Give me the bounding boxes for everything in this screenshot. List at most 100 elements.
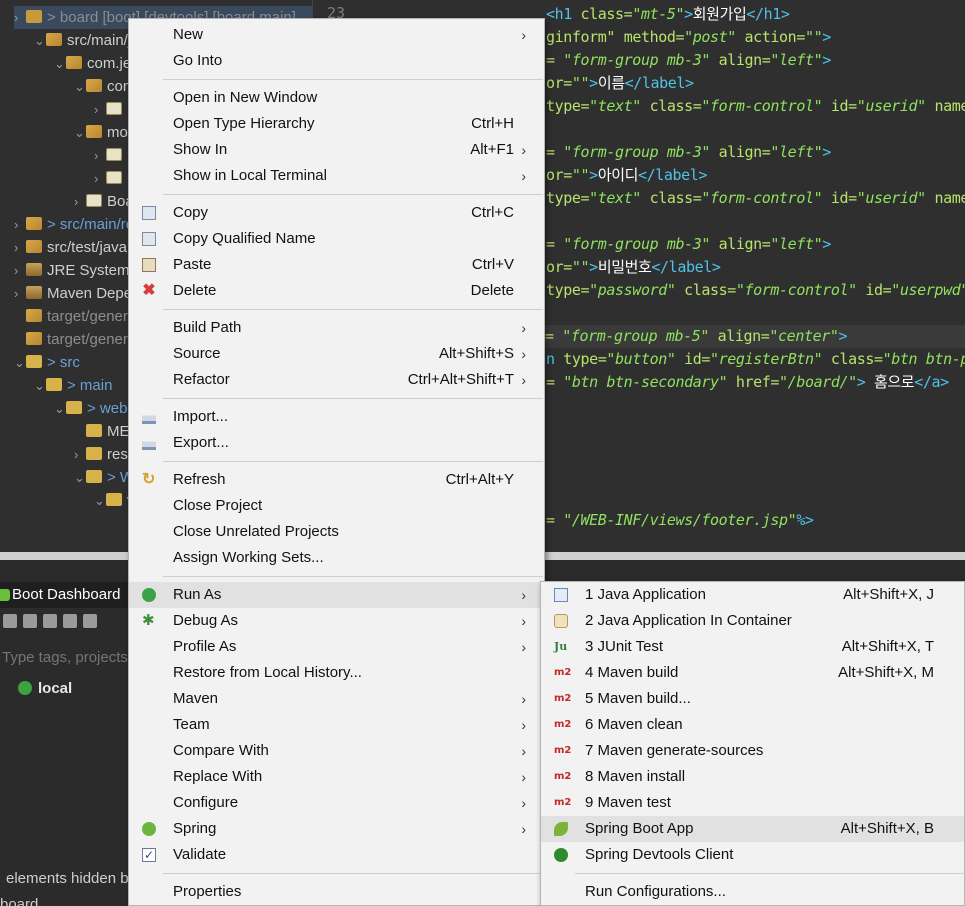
menu-item-show-in-local-terminal[interactable]: Show in Local Terminal › xyxy=(129,163,544,189)
menu-item-open-type-hierarchy[interactable]: Open Type Hierarchy Ctrl+H xyxy=(129,111,544,137)
code-line[interactable]: = "form-group mb-3" align="left"> xyxy=(546,233,831,256)
expand-chevron-icon[interactable]: ⌄ xyxy=(94,489,106,512)
menu-item-validate[interactable]: ✓ Validate xyxy=(129,842,544,868)
pkg-icon xyxy=(86,125,102,138)
code-line[interactable]: or="">이름</label> xyxy=(546,72,694,95)
boot-dashboard-tab[interactable]: Boot Dashboard xyxy=(0,582,130,608)
code-line[interactable]: n type="button" id="registerBtn" class="… xyxy=(546,348,965,371)
menu-item-debug-as[interactable]: ✱ Debug As › xyxy=(129,608,544,634)
menu-item-source[interactable]: Source Alt+Shift+S › xyxy=(129,341,544,367)
menu-item-restore-from-local-history[interactable]: Restore from Local History... xyxy=(129,660,544,686)
expand-chevron-icon[interactable]: › xyxy=(74,443,86,466)
code-line[interactable]: type="text" class="form-control" id="use… xyxy=(546,187,965,210)
junit-icon: Ju xyxy=(554,640,568,653)
expand-chevron-icon[interactable]: ⌄ xyxy=(34,374,46,397)
menu-item-9-maven-test[interactable]: m2 9 Maven test xyxy=(541,790,964,816)
expand-chevron-icon[interactable]: › xyxy=(94,98,106,121)
expand-chevron-icon[interactable]: › xyxy=(14,236,26,259)
menu-item-assign-working-sets[interactable]: Assign Working Sets... xyxy=(129,545,544,571)
expand-chevron-icon[interactable]: › xyxy=(14,282,26,305)
code-token: 비밀번호 xyxy=(597,258,652,276)
menu-item-copy[interactable]: Copy Ctrl+C xyxy=(129,200,544,226)
link-icon[interactable] xyxy=(83,614,97,628)
menu-item-replace-with[interactable]: Replace With › xyxy=(129,764,544,790)
code-line[interactable]: or="">아이디</label> xyxy=(546,164,707,187)
menu-separator xyxy=(163,194,543,195)
code-line[interactable]: <h1 class="mt-5">회원가입</h1> xyxy=(546,3,790,26)
expand-chevron-icon[interactable]: › xyxy=(74,190,86,213)
menu-item-compare-with[interactable]: Compare With › xyxy=(129,738,544,764)
menu-item-3-junit-test[interactable]: Ju 3 JUnit Test Alt+Shift+X, T xyxy=(541,634,964,660)
menu-item-spring[interactable]: Spring › xyxy=(129,816,544,842)
menu-item-refresh[interactable]: ↻ Refresh Ctrl+Alt+Y xyxy=(129,467,544,493)
menu-item-open-in-new-window[interactable]: Open in New Window xyxy=(129,85,544,111)
console-icon[interactable] xyxy=(63,614,77,628)
menu-item-5-maven-build[interactable]: m2 5 Maven build... xyxy=(541,686,964,712)
code-line[interactable]: type="password" class="form-control" id=… xyxy=(546,279,965,302)
code-line[interactable]: or="">비밀번호</label> xyxy=(546,256,721,279)
menu-item-label: 5 Maven build... xyxy=(585,690,691,707)
menu-item-maven[interactable]: Maven › xyxy=(129,686,544,712)
menu-item-paste[interactable]: Paste Ctrl+V xyxy=(129,252,544,278)
menu-item-refactor[interactable]: Refactor Ctrl+Alt+Shift+T › xyxy=(129,367,544,393)
menu-item-build-path[interactable]: Build Path › xyxy=(129,315,544,341)
code-line[interactable]: type="text" class="form-control" id="use… xyxy=(546,95,965,118)
menu-item-spring-boot-app[interactable]: Spring Boot App Alt+Shift+X, B xyxy=(541,816,964,842)
menu-item-run-configurations[interactable]: Run Configurations... xyxy=(541,879,964,905)
menu-item-new[interactable]: New › xyxy=(129,22,544,48)
code-line[interactable]: = "btn btn-secondary" href="/board/"> 홈으… xyxy=(546,371,949,394)
code-line[interactable]: = "form-group mb-5" align="center"> xyxy=(545,325,965,348)
expand-chevron-icon[interactable]: ⌄ xyxy=(74,466,86,489)
menu-item-2-java-application-in-container[interactable]: 2 Java Application In Container xyxy=(541,608,964,634)
code-line[interactable]: = "form-group mb-3" align="left"> xyxy=(546,141,831,164)
menu-item-6-maven-clean[interactable]: m2 6 Maven clean xyxy=(541,712,964,738)
menu-item-delete[interactable]: ✖ Delete Delete xyxy=(129,278,544,304)
menu-item-profile-as[interactable]: Profile As › xyxy=(129,634,544,660)
code-line[interactable]: = "/WEB-INF/views/footer.jsp"%> xyxy=(546,509,814,532)
debug-icon[interactable] xyxy=(43,614,57,628)
code-token: "userid" xyxy=(856,189,935,207)
code-token: "form-group mb-3" xyxy=(563,51,719,69)
menu-item-team[interactable]: Team › xyxy=(129,712,544,738)
menu-item-run-as[interactable]: Run As › xyxy=(129,582,544,608)
expand-chevron-icon[interactable]: › xyxy=(14,213,26,236)
expand-chevron-icon[interactable]: › xyxy=(94,144,106,167)
menu-item-properties[interactable]: Properties xyxy=(129,879,544,905)
menu-item-1-java-application[interactable]: 1 Java Application Alt+Shift+X, J xyxy=(541,582,964,608)
menu-item-spring-devtools-client[interactable]: Spring Devtools Client xyxy=(541,842,964,868)
menu-item-export[interactable]: Export... xyxy=(129,430,544,456)
menu-item-copy-qualified-name[interactable]: Copy Qualified Name xyxy=(129,226,544,252)
stop-icon[interactable] xyxy=(23,614,37,628)
menu-item-configure[interactable]: Configure › xyxy=(129,790,544,816)
expand-chevron-icon[interactable]: ⌄ xyxy=(14,351,26,374)
code-line[interactable]: ginform" method="post" action=""> xyxy=(546,26,831,49)
code-line[interactable]: = "form-group mb-3" align="left"> xyxy=(546,49,831,72)
code-token: "left" xyxy=(770,235,823,253)
menu-item-go-into[interactable]: Go Into xyxy=(129,48,544,74)
start-icon[interactable] xyxy=(3,614,17,628)
menu-item-import[interactable]: Import... xyxy=(129,404,544,430)
menu-item-7-maven-generate-sources[interactable]: m2 7 Maven generate-sources xyxy=(541,738,964,764)
menu-item-8-maven-install[interactable]: m2 8 Maven install xyxy=(541,764,964,790)
local-target[interactable]: local xyxy=(0,678,72,700)
expand-chevron-icon[interactable]: ⌄ xyxy=(54,52,66,75)
expand-chevron-icon[interactable]: ⌄ xyxy=(74,75,86,98)
expand-chevron-icon[interactable]: ⌄ xyxy=(34,29,46,52)
expand-chevron-icon[interactable]: ⌄ xyxy=(54,397,66,420)
expand-chevron-icon[interactable]: › xyxy=(14,6,26,29)
menu-item-show-in[interactable]: Show In Alt+F1 › xyxy=(129,137,544,163)
expand-chevron-icon[interactable]: ⌄ xyxy=(74,121,86,144)
expand-chevron-icon[interactable]: › xyxy=(14,259,26,282)
menu-item-label: Close Project xyxy=(173,497,263,514)
menu-item-close-unrelated-projects[interactable]: Close Unrelated Projects xyxy=(129,519,544,545)
dashboard-filter-input[interactable] xyxy=(0,644,130,670)
code-token: or= xyxy=(546,166,572,184)
menu-item-close-project[interactable]: Close Project xyxy=(129,493,544,519)
java-icon xyxy=(106,148,122,161)
bottom-status-text: board xyxy=(0,896,39,906)
menu-item-label: 3 JUnit Test xyxy=(585,638,664,655)
code-token: align= xyxy=(718,143,771,161)
code-token: > xyxy=(822,143,831,161)
menu-item-4-maven-build[interactable]: m2 4 Maven build Alt+Shift+X, M xyxy=(541,660,964,686)
expand-chevron-icon[interactable]: › xyxy=(94,167,106,190)
